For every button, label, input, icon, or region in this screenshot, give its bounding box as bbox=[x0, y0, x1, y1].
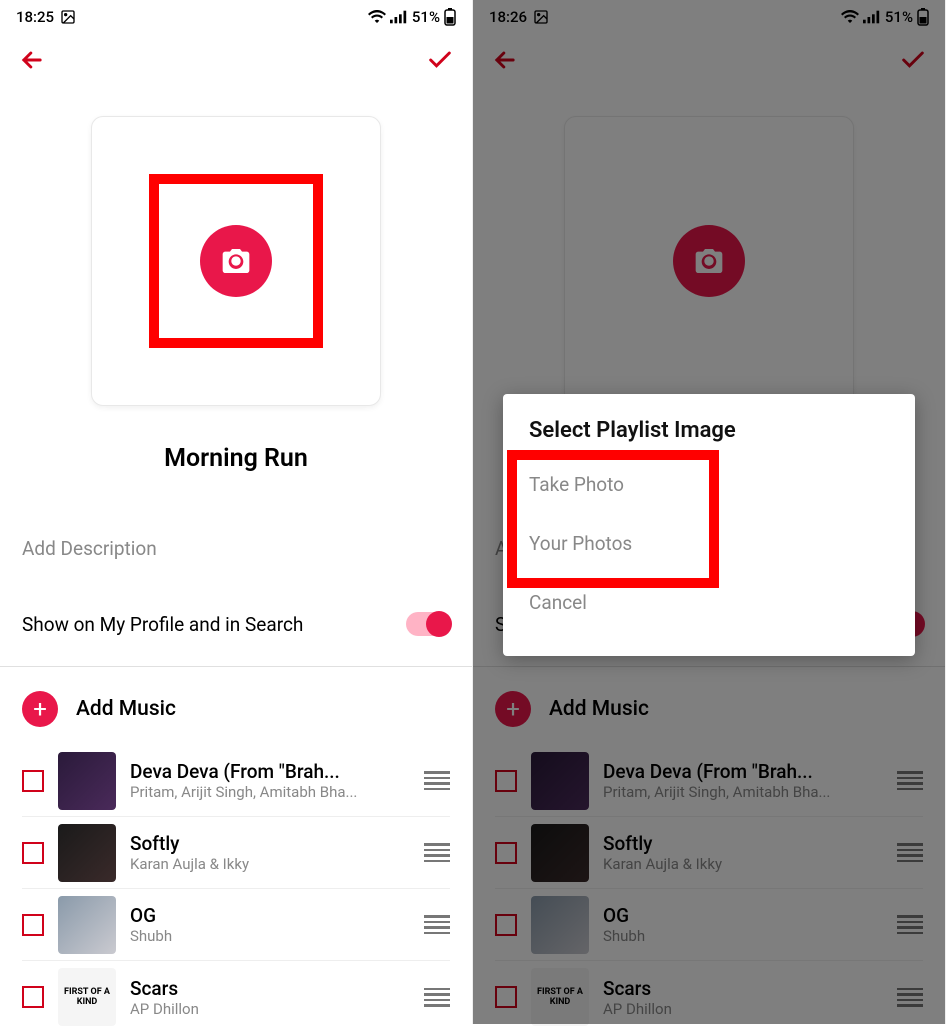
select-image-dialog: Select Playlist Image Take Photo Your Ph… bbox=[503, 394, 915, 656]
track-row: OG Shubh bbox=[22, 889, 450, 961]
drag-handle-icon[interactable] bbox=[424, 912, 450, 937]
track-row: Deva Deva (From "Brah... Pritam, Arijit … bbox=[22, 745, 450, 817]
status-time: 18:25 bbox=[16, 8, 54, 26]
track-checkbox[interactable] bbox=[22, 986, 44, 1008]
track-row: Softly Karan Aujla & Ikky bbox=[22, 817, 450, 889]
track-checkbox[interactable] bbox=[22, 770, 44, 792]
status-battery: 51% bbox=[412, 8, 440, 26]
your-photos-option[interactable]: Your Photos bbox=[503, 514, 915, 573]
drag-handle-icon[interactable] bbox=[424, 985, 450, 1010]
camera-button[interactable] bbox=[200, 225, 272, 297]
show-profile-label: Show on My Profile and in Search bbox=[22, 613, 303, 636]
back-button[interactable] bbox=[18, 46, 46, 74]
dialog-title: Select Playlist Image bbox=[503, 418, 915, 455]
wifi-icon bbox=[368, 10, 386, 24]
nav-bar bbox=[0, 34, 472, 86]
description-field[interactable]: Add Description bbox=[0, 537, 472, 560]
track-artwork bbox=[58, 824, 116, 882]
confirm-button[interactable] bbox=[426, 46, 454, 74]
track-artist: Karan Aujla & Ikky bbox=[130, 855, 410, 873]
phone-left: 18:25 51% Morning Run Add Description Sh… bbox=[0, 0, 473, 1024]
show-profile-toggle[interactable] bbox=[406, 612, 450, 636]
track-title: OG bbox=[130, 904, 410, 927]
status-bar: 18:25 51% bbox=[0, 0, 472, 34]
track-title: Softly bbox=[130, 832, 410, 855]
track-title: Deva Deva (From "Brah... bbox=[130, 760, 410, 783]
playlist-title[interactable]: Morning Run bbox=[0, 444, 472, 473]
track-row: FIRST OF A KIND Scars AP Dhillon bbox=[22, 961, 450, 1033]
drag-handle-icon[interactable] bbox=[424, 840, 450, 865]
drag-handle-icon[interactable] bbox=[424, 768, 450, 793]
track-list: Deva Deva (From "Brah... Pritam, Arijit … bbox=[0, 745, 472, 1033]
cover-image-card[interactable] bbox=[91, 116, 381, 406]
take-photo-option[interactable]: Take Photo bbox=[503, 455, 915, 514]
track-artwork: FIRST OF A KIND bbox=[58, 968, 116, 1026]
phone-right: 18:26 51% Morning Run Add Description Sh… bbox=[473, 0, 946, 1024]
add-music-row[interactable]: + Add Music bbox=[0, 667, 472, 745]
track-title: Scars bbox=[130, 977, 410, 1000]
camera-icon bbox=[220, 245, 252, 277]
track-artist: Pritam, Arijit Singh, Amitabh Bha... bbox=[130, 783, 410, 801]
track-checkbox[interactable] bbox=[22, 842, 44, 864]
picture-icon bbox=[60, 9, 76, 25]
track-artwork bbox=[58, 752, 116, 810]
signal-icon bbox=[390, 10, 408, 24]
track-checkbox[interactable] bbox=[22, 914, 44, 936]
track-artist: AP Dhillon bbox=[130, 1000, 410, 1018]
track-artwork bbox=[58, 896, 116, 954]
battery-icon bbox=[444, 8, 456, 26]
track-artist: Shubh bbox=[130, 927, 410, 945]
plus-icon: + bbox=[22, 691, 58, 727]
add-music-label: Add Music bbox=[76, 697, 176, 721]
cancel-option[interactable]: Cancel bbox=[503, 573, 915, 632]
